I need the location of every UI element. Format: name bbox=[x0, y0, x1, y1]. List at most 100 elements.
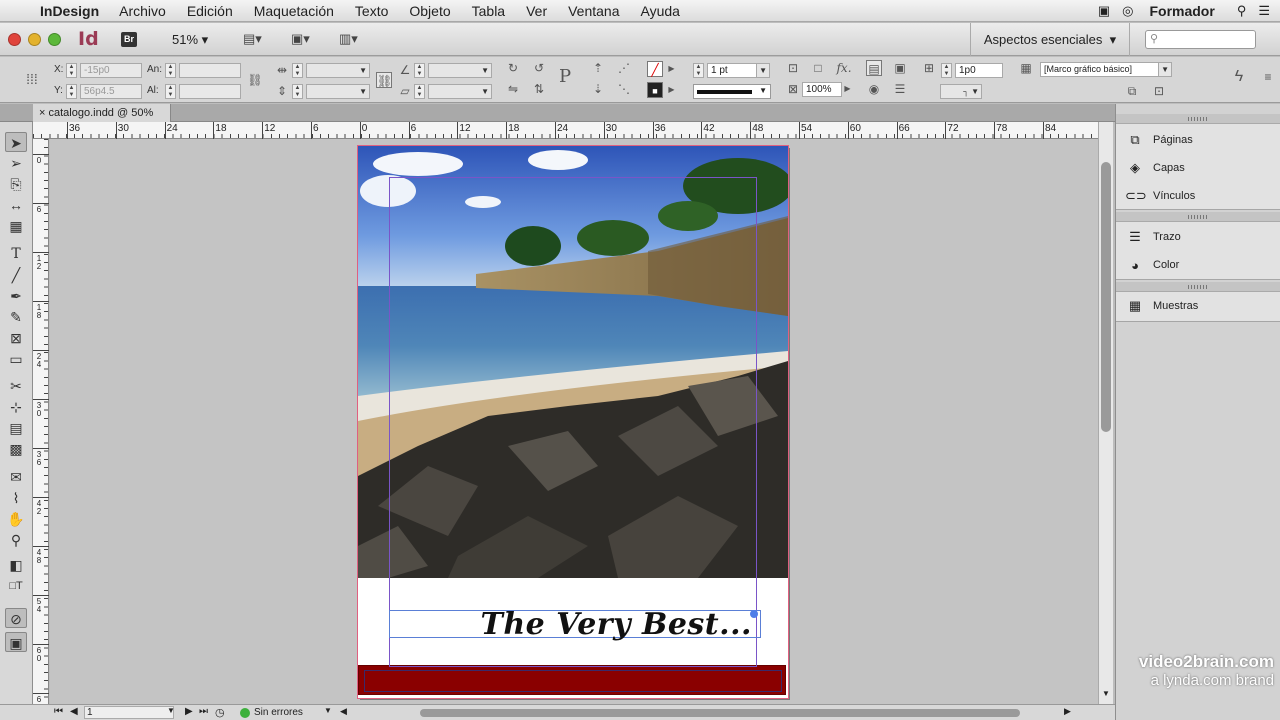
pen-tool-icon[interactable]: ✒ bbox=[5, 286, 27, 306]
page-dropdown-icon[interactable]: ▼ bbox=[167, 706, 175, 715]
pencil-tool-icon[interactable]: ✎ bbox=[5, 307, 27, 327]
menu-maquetacion[interactable]: Maquetación bbox=[254, 3, 334, 19]
scroll-down-arrow-icon[interactable]: ▼ bbox=[1102, 689, 1110, 698]
spotlight-search-icon[interactable]: ⚲ bbox=[1237, 3, 1247, 19]
scroll-right-arrow-icon[interactable]: ▶ bbox=[1064, 706, 1071, 717]
beach-photo-frame[interactable] bbox=[358, 146, 788, 578]
panel-capas[interactable]: ◈ Capas bbox=[1116, 155, 1280, 181]
note-tool-icon[interactable]: ✉ bbox=[5, 467, 27, 487]
fill-swatch[interactable]: ╱ bbox=[647, 61, 663, 77]
scale-x-dropdown[interactable]: ▼ bbox=[306, 63, 370, 78]
gradient-feather-tool-icon[interactable]: ▩ bbox=[5, 439, 27, 459]
creative-cloud-icon[interactable]: ◎ bbox=[1122, 3, 1133, 19]
screen-mode-tool-icon[interactable]: ▣ bbox=[5, 632, 27, 652]
panel-menu-icon[interactable]: ≡ bbox=[1260, 69, 1276, 85]
preflight-status-text[interactable]: Sin errores bbox=[254, 707, 303, 718]
type-tool-icon[interactable]: T bbox=[5, 244, 27, 264]
flip-vertical-icon[interactable]: ⇅ bbox=[531, 81, 547, 97]
zoom-window-button[interactable] bbox=[48, 33, 61, 46]
arrange-documents-icon[interactable]: ▥▾ bbox=[339, 31, 358, 47]
panel-group-grip-2[interactable] bbox=[1116, 212, 1280, 222]
app-menu[interactable]: InDesign bbox=[40, 3, 99, 19]
y-stepper[interactable]: ▲ ▼ bbox=[66, 84, 77, 99]
select-container-icon[interactable]: ⇡ bbox=[590, 60, 606, 76]
zoom-level-dropdown[interactable]: 51% ▾ bbox=[172, 32, 208, 48]
workspace-menu[interactable]: Formador bbox=[1149, 3, 1214, 19]
flip-horizontal-icon[interactable]: ⇋ bbox=[505, 81, 521, 97]
panel-vinculos[interactable]: ⊂⊃ Vínculos bbox=[1116, 183, 1280, 209]
footer-red-bar[interactable] bbox=[358, 665, 786, 695]
menu-archivo[interactable]: Archivo bbox=[119, 3, 166, 19]
clear-overrides-icon[interactable]: ⧉ bbox=[1124, 83, 1140, 99]
frame-handle[interactable] bbox=[750, 610, 758, 618]
height-stepper[interactable]: ▲ ▼ bbox=[165, 84, 176, 99]
page-tool-icon[interactable]: ⎘ bbox=[5, 174, 27, 194]
free-transform-tool-icon[interactable]: ⊹ bbox=[5, 397, 27, 417]
vertical-scroll-thumb[interactable] bbox=[1101, 162, 1111, 432]
eyedropper-tool-icon[interactable]: ⌇ bbox=[5, 488, 27, 508]
select-content-icon[interactable]: ⇣ bbox=[590, 81, 606, 97]
help-search-input[interactable]: ⚲ bbox=[1145, 30, 1256, 49]
gap-tool-icon[interactable]: ↔ bbox=[5, 195, 27, 215]
open-page-icon[interactable]: ◷ bbox=[215, 706, 225, 719]
horizontal-scroll-thumb[interactable] bbox=[420, 709, 1020, 717]
horizontal-ruler[interactable]: 36 30 24 18 12 6 0 6 12 18 24 30 36 42 48 54 60 66 72 78 84 bbox=[33, 122, 1098, 139]
stroke-dropdown-icon[interactable]: ▶ bbox=[666, 82, 677, 98]
selection-tool-icon[interactable]: ➤ bbox=[5, 132, 27, 152]
headline-text-frame[interactable]: The Very Best... bbox=[389, 607, 761, 642]
gradient-tool-icon[interactable]: ▤ bbox=[5, 418, 27, 438]
content-collector-icon[interactable]: ▦ bbox=[5, 216, 27, 236]
rectangle-frame-tool-icon[interactable]: ⊠ bbox=[5, 328, 27, 348]
fit-content-icon[interactable]: ⊡ bbox=[785, 60, 801, 76]
rotate-cw-icon[interactable]: ↻ bbox=[505, 60, 521, 76]
reference-point-icon[interactable]: ⁞⁞⁞ bbox=[24, 71, 40, 87]
panel-color[interactable]: ◕ Color bbox=[1116, 252, 1280, 278]
object-style-chevron-icon[interactable]: ▼ bbox=[1158, 62, 1172, 77]
menu-ver[interactable]: Ver bbox=[526, 3, 547, 19]
height-field[interactable] bbox=[179, 84, 241, 99]
stroke-weight-dropdown[interactable]: ▼ bbox=[756, 63, 770, 78]
line-tool-icon[interactable]: ╱ bbox=[5, 265, 27, 285]
scale-y-dropdown[interactable]: ▼ bbox=[306, 84, 370, 99]
shear-dropdown[interactable]: ▼ bbox=[428, 84, 492, 99]
panel-paginas[interactable]: ⧉ Páginas bbox=[1116, 127, 1280, 153]
hand-tool-icon[interactable]: ✋ bbox=[5, 509, 27, 529]
close-window-button[interactable] bbox=[8, 33, 21, 46]
scale-y-stepper[interactable]: ▲ ▼ bbox=[292, 84, 303, 99]
x-stepper[interactable]: ▲ ▼ bbox=[66, 63, 77, 78]
stroke-swatch[interactable]: ■ bbox=[647, 82, 663, 98]
document-page[interactable]: The Very Best... bbox=[357, 145, 789, 699]
list-menu-icon[interactable]: ☰ bbox=[1258, 3, 1270, 19]
constrain-scale-icon[interactable]: ⛓ bbox=[376, 72, 392, 88]
minimize-window-button[interactable] bbox=[28, 33, 41, 46]
last-page-icon[interactable]: ⏭ bbox=[199, 706, 208, 717]
gap-stepper[interactable]: ▲ ▼ bbox=[941, 63, 952, 78]
document-tab[interactable]: × catalogo.indd @ 50% bbox=[33, 104, 171, 122]
gap-field[interactable]: 1p0 bbox=[955, 63, 1003, 78]
y-field[interactable]: 56p4.5 bbox=[80, 84, 142, 99]
panel-muestras[interactable]: ▦ Muestras bbox=[1116, 293, 1280, 319]
rotate-dropdown[interactable]: ▼ bbox=[428, 63, 492, 78]
previous-page-icon[interactable]: ◀ bbox=[70, 706, 78, 717]
zoom-tool-icon[interactable]: ⚲ bbox=[5, 530, 27, 550]
camera-icon[interactable]: ▣ bbox=[1098, 3, 1110, 19]
panel-trazo[interactable]: ☰ Trazo bbox=[1116, 224, 1280, 250]
direct-selection-tool-icon[interactable]: ➢ bbox=[5, 153, 27, 173]
fit-frame-icon[interactable]: □ bbox=[810, 60, 826, 76]
text-wrap-box-icon[interactable]: ▣ bbox=[892, 60, 908, 76]
stroke-weight-stepper[interactable]: ▲ ▼ bbox=[693, 63, 704, 78]
menu-tabla[interactable]: Tabla bbox=[472, 3, 505, 19]
panel-group-grip[interactable] bbox=[1116, 114, 1280, 124]
menu-ayuda[interactable]: Ayuda bbox=[641, 3, 680, 19]
view-options-icon[interactable]: ▤▾ bbox=[243, 31, 262, 47]
text-wrap-jump-icon[interactable]: ☰ bbox=[892, 81, 908, 97]
bridge-button[interactable]: Br bbox=[121, 32, 137, 47]
object-style-dropdown[interactable]: [Marco gráfico básico] bbox=[1040, 62, 1172, 77]
menu-objeto[interactable]: Objeto bbox=[409, 3, 450, 19]
corner-options-dropdown[interactable]: ┐ ▼ bbox=[940, 84, 982, 99]
text-wrap-none-icon[interactable]: ▤ bbox=[866, 60, 882, 76]
menu-texto[interactable]: Texto bbox=[355, 3, 388, 19]
select-next-icon[interactable]: ⋱ bbox=[616, 81, 632, 97]
vertical-scrollbar[interactable]: ▼ bbox=[1098, 122, 1113, 704]
menu-ventana[interactable]: Ventana bbox=[568, 3, 619, 19]
